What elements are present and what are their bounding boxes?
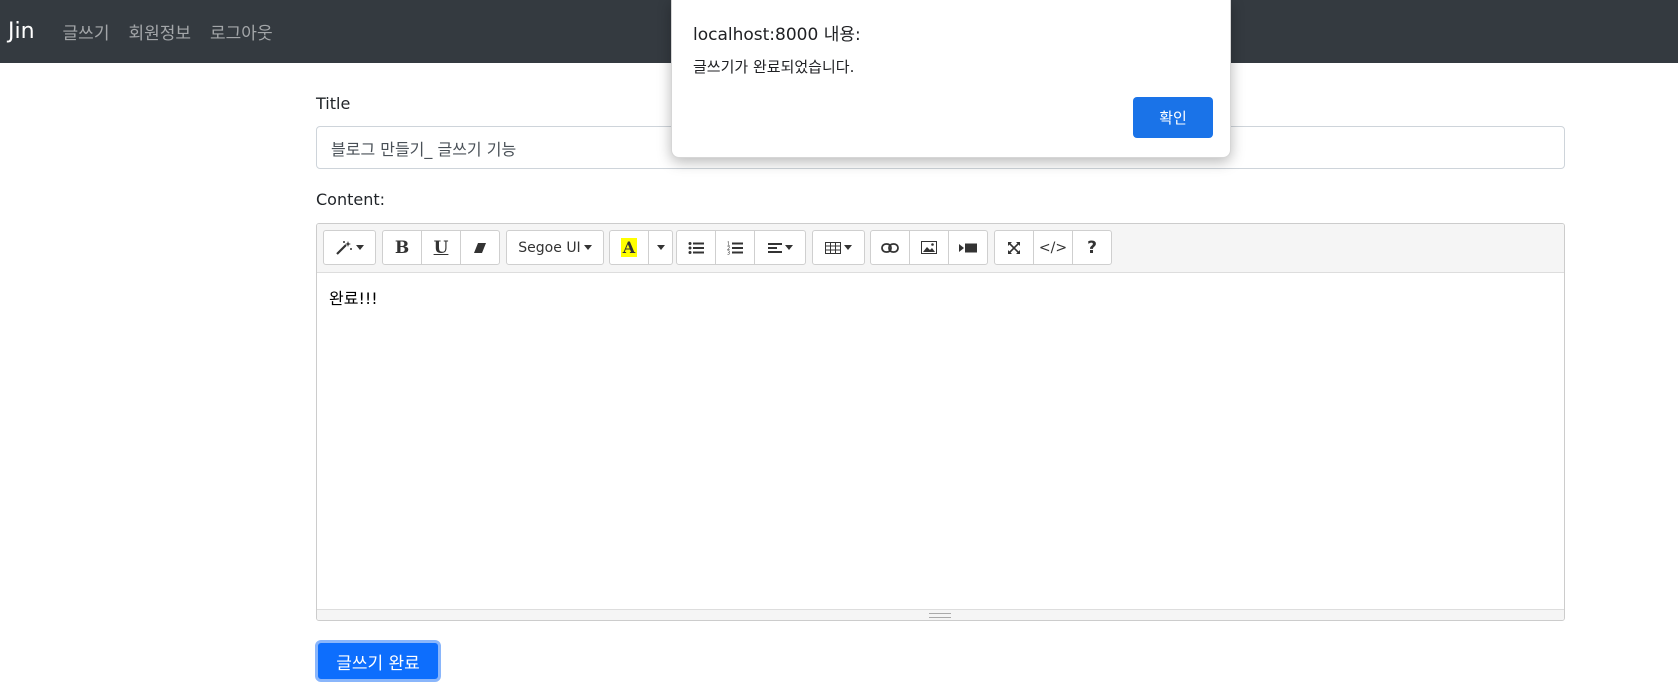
rich-text-editor: B U Segoe UI A 123 </> ? 완료!!! — [316, 223, 1565, 621]
nav-link-write[interactable]: 글쓰기 — [63, 19, 110, 44]
chevron-down-icon — [844, 245, 852, 250]
paragraph-align-dropdown[interactable] — [754, 230, 806, 265]
editor-content-area[interactable]: 완료!!! — [317, 273, 1564, 609]
svg-text:3: 3 — [727, 250, 730, 255]
numbered-list-icon: 123 — [727, 241, 743, 255]
fullscreen-button[interactable] — [994, 230, 1034, 265]
editor-toolbar: B U Segoe UI A 123 </> ? — [317, 224, 1564, 273]
chevron-down-icon — [583, 245, 592, 250]
content-label: Content: — [316, 190, 386, 209]
picture-icon — [921, 241, 937, 254]
ordered-list-button[interactable]: 123 — [715, 230, 755, 265]
eraser-icon — [473, 242, 487, 254]
table-icon — [825, 241, 841, 254]
expand-icon — [1007, 241, 1021, 255]
unordered-list-button[interactable] — [676, 230, 716, 265]
insert-picture-button[interactable] — [909, 230, 949, 265]
nav-link-profile[interactable]: 회원정보 — [128, 19, 191, 44]
dialog-ok-button[interactable]: 확인 — [1133, 97, 1213, 138]
chevron-down-icon — [656, 245, 665, 250]
title-label: Title — [316, 94, 351, 113]
font-name-label: Segoe UI — [518, 239, 581, 256]
table-dropdown-button[interactable] — [812, 230, 865, 265]
insert-link-button[interactable] — [870, 230, 910, 265]
magic-wand-icon — [335, 240, 353, 256]
resize-grip-icon[interactable] — [929, 613, 951, 618]
dialog-message: 글쓰기가 완료되었습니다. — [693, 58, 855, 76]
video-icon — [959, 242, 977, 254]
text-color-icon: A — [620, 238, 638, 257]
dialog-origin-text: localhost:8000 내용: — [693, 25, 861, 45]
submit-post-button[interactable]: 글쓰기 완료 — [315, 640, 441, 682]
bullet-list-icon — [688, 241, 704, 255]
clear-format-button[interactable] — [460, 230, 500, 265]
chevron-down-icon — [356, 245, 364, 250]
font-name-dropdown[interactable]: Segoe UI — [506, 230, 604, 265]
insert-video-button[interactable] — [948, 230, 988, 265]
code-view-button[interactable]: </> — [1033, 230, 1073, 265]
color-dropdown-button[interactable] — [648, 230, 673, 265]
style-dropdown-button[interactable] — [323, 230, 376, 265]
editor-resize-bar[interactable] — [317, 609, 1564, 620]
help-button[interactable]: ? — [1072, 230, 1112, 265]
underline-button[interactable]: U — [421, 230, 461, 265]
link-icon — [881, 242, 899, 253]
navbar-brand[interactable]: Jin — [8, 19, 35, 44]
nav-link-logout[interactable]: 로그아웃 — [210, 19, 273, 44]
alert-dialog: localhost:8000 내용: 글쓰기가 완료되었습니다. 확인 — [671, 0, 1231, 158]
chevron-down-icon — [784, 245, 793, 250]
bold-button[interactable]: B — [382, 230, 422, 265]
highlight-color-button[interactable]: A — [609, 230, 649, 265]
align-left-icon — [767, 242, 782, 254]
